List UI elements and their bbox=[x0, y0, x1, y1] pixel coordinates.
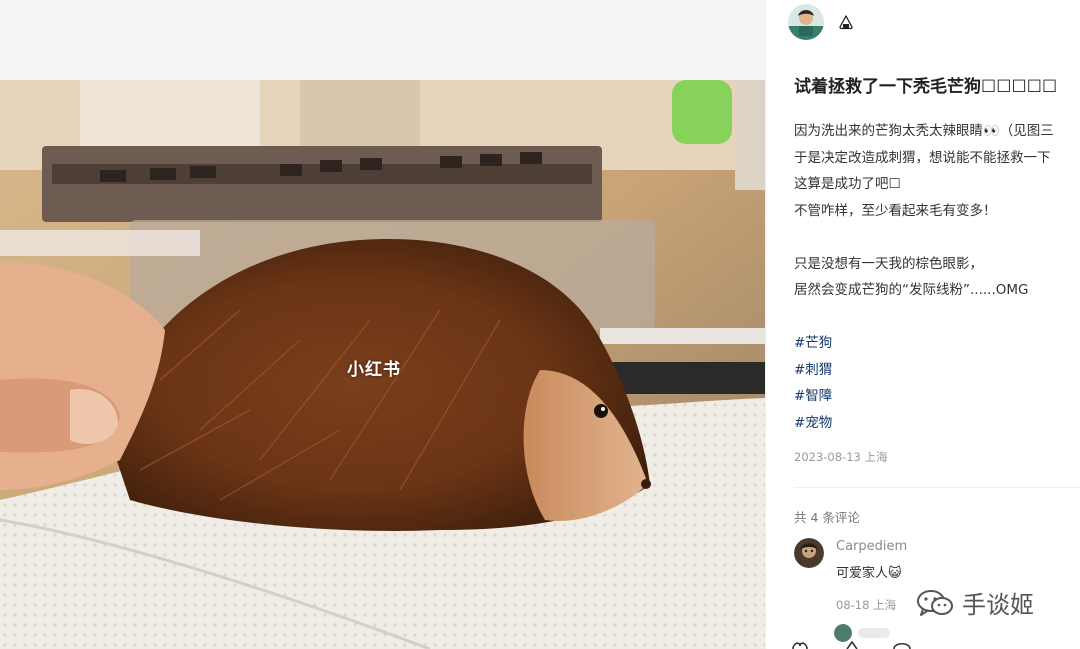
post-body-line bbox=[794, 224, 1080, 251]
post-body-line: 只是没想有一天我的棕色眼影， bbox=[794, 255, 983, 272]
post-body-line: 不管咋样，至少看起来毛有变多！ bbox=[794, 202, 997, 219]
wechat-watermark: 手谈姬 bbox=[916, 585, 1034, 620]
bottom-action-bar bbox=[765, 641, 1080, 649]
commenter-avatar[interactable] bbox=[794, 538, 824, 568]
avatar-icon bbox=[794, 538, 824, 568]
collect-icon[interactable] bbox=[841, 641, 863, 649]
reply-preview[interactable] bbox=[834, 624, 890, 642]
post-body-line: 居然会变成芒狗的“发际线粉”......OMG bbox=[794, 282, 1029, 298]
post-body-line: 这算是成功了吧☐ bbox=[794, 176, 901, 192]
commenter-name[interactable]: Carpediem bbox=[836, 539, 907, 554]
post-body-line: 于是决定改造成刺猬，想说能不能拯救一下 bbox=[794, 149, 1051, 166]
comment-date-location: 08-18 上海 bbox=[836, 598, 897, 612]
media-pane: 小红书 bbox=[0, 0, 765, 649]
tag-list: #芒狗 #刺猬 #智障 #宠物 bbox=[794, 330, 832, 436]
tag-link[interactable]: #宠物 bbox=[794, 410, 832, 437]
author-avatar[interactable] bbox=[788, 4, 824, 40]
xiaohongshu-watermark: 小红书 bbox=[347, 360, 401, 380]
tag-link[interactable]: #芒狗 bbox=[794, 330, 832, 357]
post-body: 因为洗出来的芒狗太秃太辣眼睛👀（见图三 于是决定改造成刺猬，想说能不能拯救一下 … bbox=[794, 118, 1080, 304]
comment-count: 共 4 条评论 bbox=[794, 510, 860, 525]
avatar-icon bbox=[788, 4, 824, 40]
divider bbox=[794, 487, 1080, 488]
wechat-watermark-text: 手谈姬 bbox=[962, 591, 1034, 619]
tag-link[interactable]: #刺猬 bbox=[794, 357, 832, 384]
post-detail-panel: 试着拯救了一下秃毛芒狗☐☐☐☐☐ 因为洗出来的芒狗太秃太辣眼睛👀（见图三 于是决… bbox=[765, 0, 1080, 649]
like-icon[interactable] bbox=[789, 641, 811, 649]
post-date-location: 2023-08-13 上海 bbox=[794, 450, 888, 464]
reply-collapsed-text bbox=[858, 628, 890, 638]
post-title: 试着拯救了一下秃毛芒狗☐☐☐☐☐ bbox=[794, 77, 1058, 97]
comment-icon[interactable] bbox=[891, 641, 913, 649]
tag-link[interactable]: #智障 bbox=[794, 383, 832, 410]
reply-avatar bbox=[834, 624, 852, 642]
wechat-icon bbox=[917, 589, 953, 616]
post-body-line: 因为洗出来的芒狗太秃太辣眼睛👀（见图三 bbox=[794, 123, 1054, 139]
comment-text: 可爱家人😺 bbox=[836, 566, 902, 581]
author-row bbox=[788, 3, 854, 41]
onigiri-badge-icon bbox=[838, 14, 854, 30]
